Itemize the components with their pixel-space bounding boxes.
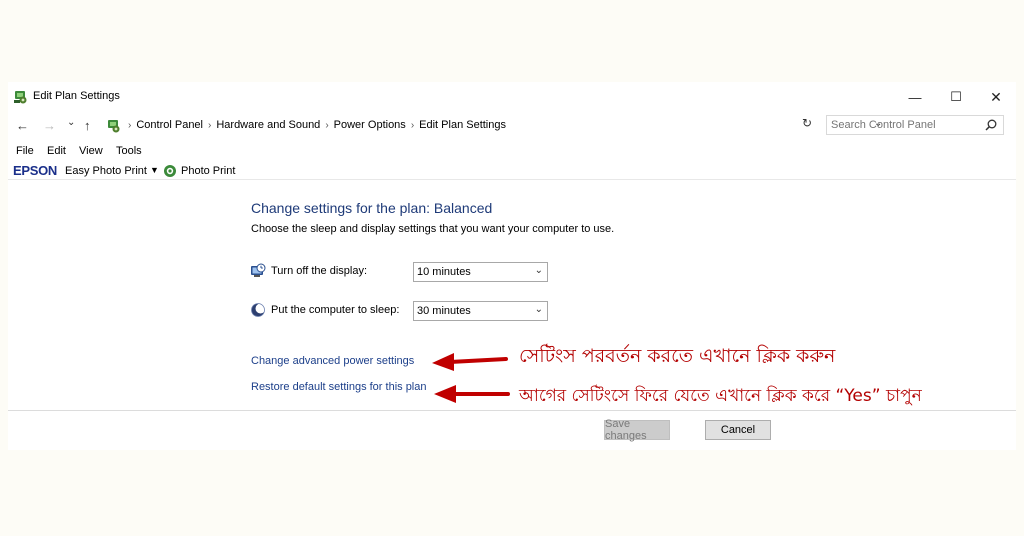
- menu-edit[interactable]: Edit: [47, 145, 66, 157]
- display-label: Turn off the display:: [271, 265, 367, 277]
- easy-photo-print-button[interactable]: Easy Photo Print: [65, 165, 147, 177]
- cancel-button[interactable]: Cancel: [705, 420, 771, 440]
- page-description: Choose the sleep and display settings th…: [251, 223, 615, 235]
- sleep-timeout-select[interactable]: 30 minutes ⌄: [413, 301, 548, 321]
- breadcrumb-edit-plan-settings[interactable]: Edit Plan Settings: [419, 119, 506, 131]
- display-timeout-value: 10 minutes: [417, 266, 471, 278]
- easy-photo-print-dropdown-icon[interactable]: ▼: [150, 165, 159, 175]
- search-icon[interactable]: [984, 118, 998, 132]
- search-box[interactable]: [826, 115, 1004, 135]
- breadcrumb-separator: ›: [208, 120, 212, 131]
- close-button[interactable]: ✕: [976, 84, 1016, 110]
- breadcrumb-control-panel[interactable]: Control Panel: [136, 119, 203, 131]
- breadcrumb-power-options[interactable]: Power Options: [334, 119, 406, 131]
- menu-view[interactable]: View: [79, 145, 103, 157]
- menu-file[interactable]: File: [16, 145, 34, 157]
- menu-tools[interactable]: Tools: [116, 145, 142, 157]
- monitor-clock-icon: [251, 263, 266, 277]
- photo-print-button[interactable]: Photo Print: [181, 165, 235, 177]
- navigation-bar: ← → ⌄ ↑ › Control Panel › Hardware and Soun…: [8, 115, 1016, 137]
- search-input[interactable]: [831, 118, 981, 132]
- annotation-restore-text: আগের সেটিংসে ফিরে যেতে এখানে ক্লিক করে “…: [519, 386, 922, 406]
- save-changes-button[interactable]: Save changes: [604, 418, 670, 442]
- title-bar: Edit Plan Settings — ☐ ✕: [8, 82, 1016, 112]
- display-timeout-select[interactable]: 10 minutes ⌄: [413, 262, 548, 282]
- control-panel-icon: [108, 120, 120, 133]
- page-title: Change settings for the plan: Balanced: [251, 200, 493, 216]
- sleep-moon-icon: [251, 303, 266, 317]
- maximize-button[interactable]: ☐: [936, 84, 976, 110]
- photo-print-icon[interactable]: [163, 164, 177, 178]
- change-advanced-power-settings-link[interactable]: Change advanced power settings: [251, 355, 414, 367]
- recent-locations-button[interactable]: ⌄: [67, 117, 75, 128]
- breadcrumb: › Control Panel › Hardware and Sound › Power …: [123, 119, 506, 131]
- toolbar-divider: [8, 179, 1016, 180]
- breadcrumb-separator: ›: [410, 120, 415, 131]
- annotation-arrow-advanced: [432, 353, 508, 371]
- annotation-arrow-restore: [434, 385, 510, 403]
- window-title: Edit Plan Settings: [33, 90, 120, 102]
- sleep-label: Put the computer to sleep:: [271, 304, 400, 316]
- minimize-button[interactable]: —: [895, 84, 935, 110]
- control-panel-icon: [14, 91, 27, 104]
- annotation-advanced-text: সেটিংস পরবর্তন করতে এখানে ক্লিক করুন: [519, 345, 836, 367]
- chevron-down-icon: ⌄: [534, 304, 543, 315]
- up-button[interactable]: ↑: [84, 118, 91, 133]
- refresh-button[interactable]: ↻: [798, 116, 816, 136]
- epson-logo: EPSON: [13, 163, 58, 178]
- address-bar[interactable]: › Control Panel › Hardware and Sound › Power …: [103, 115, 882, 136]
- forward-button[interactable]: →: [43, 118, 56, 133]
- breadcrumb-separator: ›: [128, 120, 132, 131]
- sleep-timeout-value: 30 minutes: [417, 305, 471, 317]
- breadcrumb-hardware-and-sound[interactable]: Hardware and Sound: [216, 119, 320, 131]
- back-button[interactable]: ←: [16, 118, 29, 133]
- restore-default-settings-link[interactable]: Restore default settings for this plan: [251, 381, 426, 393]
- breadcrumb-separator: ›: [325, 120, 329, 131]
- chevron-down-icon: ⌄: [534, 265, 543, 276]
